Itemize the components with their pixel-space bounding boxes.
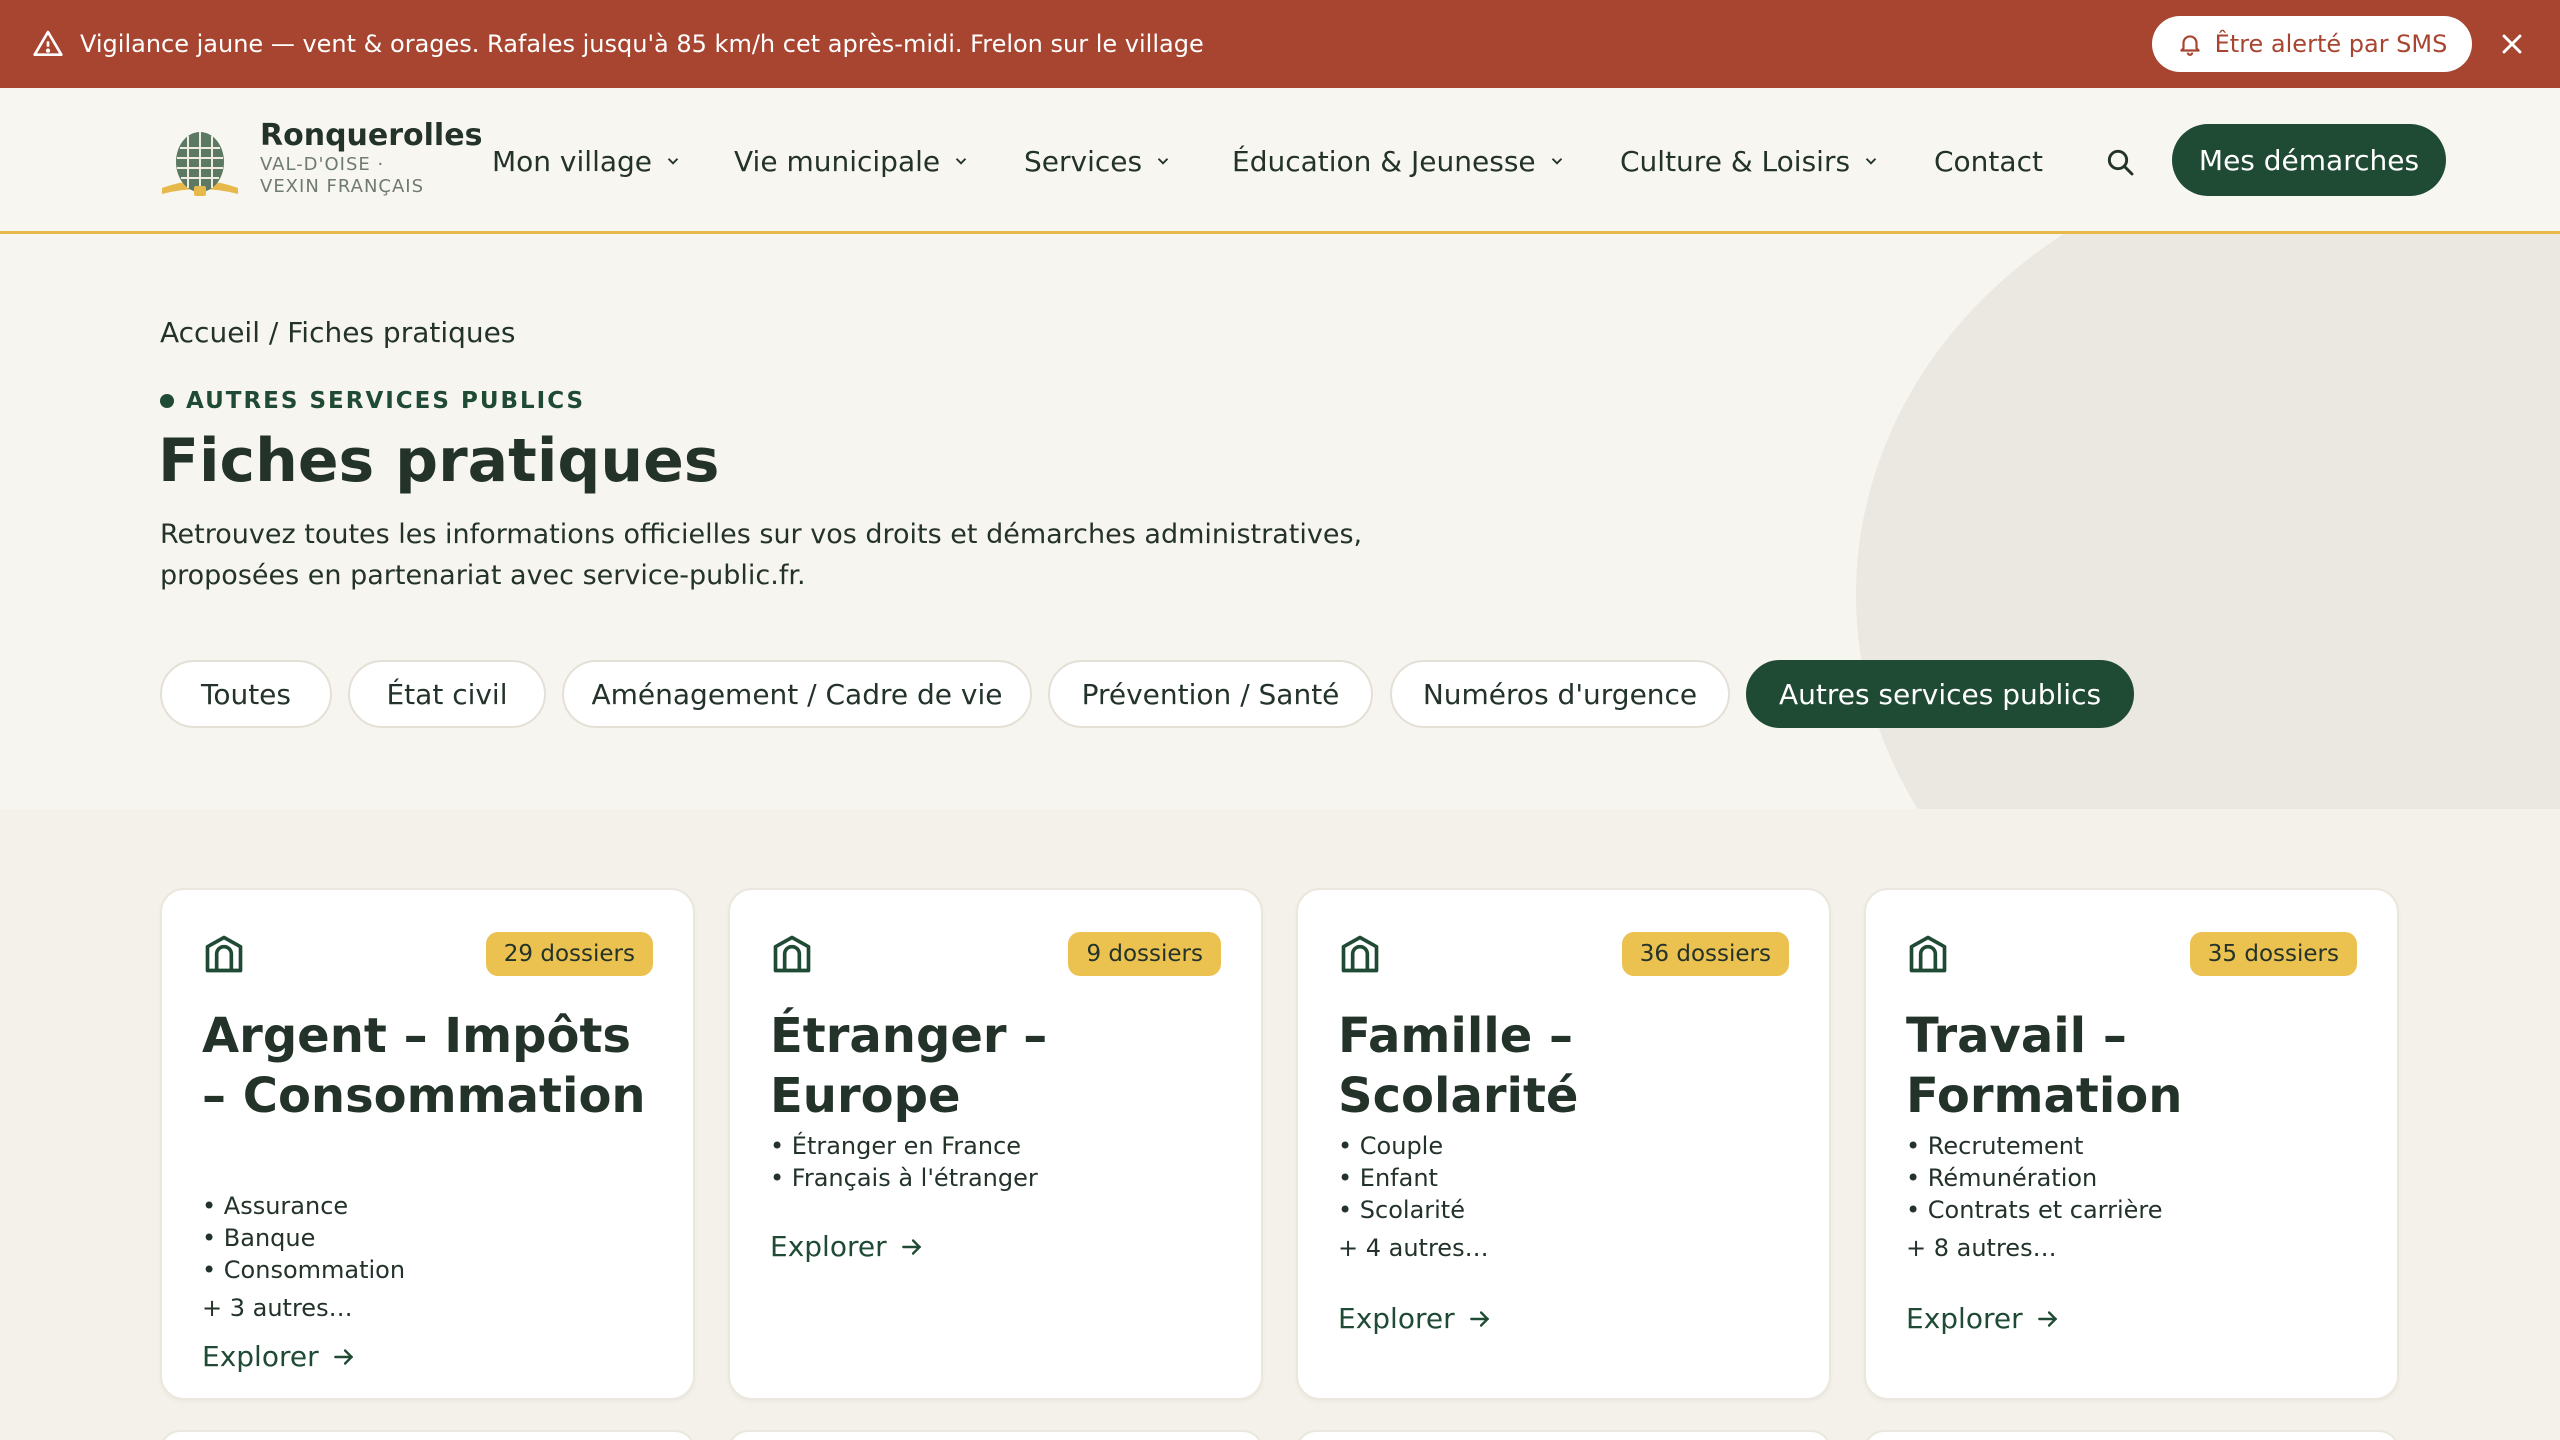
dossier-count-badge: 29 dossiers (485, 932, 653, 976)
category-card-partial[interactable] (1296, 1430, 1831, 1440)
explore-label: Explorer (1906, 1302, 2023, 1335)
category-card-partial[interactable] (160, 1430, 695, 1440)
chevron-down-icon (1157, 158, 1169, 165)
category-card[interactable]: 35 dossiers Travail – Formation • Recrut… (1864, 888, 2399, 1400)
filter-chip-autres-services[interactable]: Autres services publics (1746, 660, 2134, 728)
explore-link[interactable]: Explorer (770, 1230, 925, 1263)
warning-triangle-icon (33, 30, 63, 56)
nav-vie-municipale[interactable]: Vie municipale (734, 88, 970, 234)
filter-chip-prevention-sante[interactable]: Prévention / Santé (1048, 660, 1373, 728)
dossier-count-badge: 9 dossiers (1068, 932, 1221, 976)
card-topic: • Recrutement (1906, 1132, 2084, 1160)
pinecone-logo-icon[interactable] (158, 124, 242, 200)
search-icon[interactable] (2104, 146, 2136, 178)
nav-mon-village[interactable]: Mon village (492, 88, 682, 234)
chevron-down-icon (667, 158, 679, 165)
nav-label: Culture & Loisirs (1620, 144, 1851, 178)
sms-alert-button[interactable]: Être alerté par SMS (2152, 16, 2472, 72)
breadcrumb[interactable]: Accueil / Fiches pratiques (160, 316, 515, 349)
card-topic: • Enfant (1338, 1164, 1438, 1192)
dossier-count-badge: 35 dossiers (2189, 932, 2357, 976)
building-icon (773, 935, 811, 973)
arrow-right-icon (1469, 1310, 1489, 1327)
brand-subtitle-1: VAL-D'OISE · (260, 154, 385, 175)
card-topic-list: • Couple • Enfant • Scolarité (1338, 1130, 1465, 1226)
arrow-right-icon (333, 1348, 353, 1365)
card-more-count: + 4 autres… (1338, 1234, 1489, 1262)
explore-label: Explorer (1338, 1302, 1455, 1335)
building-icon (205, 935, 243, 973)
category-card-partial[interactable] (1864, 1430, 2399, 1440)
nav-services[interactable]: Services (1024, 88, 1172, 234)
card-topic: • Étranger en France (770, 1132, 1022, 1160)
building-icon (1341, 935, 1379, 973)
card-more-count: + 8 autres… (1906, 1234, 2057, 1262)
card-topic-list: • Assurance • Banque • Consommation (202, 1190, 405, 1286)
section-eyebrow: AUTRES SERVICES PUBLICS (160, 388, 585, 414)
explore-link[interactable]: Explorer (202, 1340, 357, 1373)
card-topic-list: • Étranger en France • Français à l'étra… (770, 1130, 1038, 1194)
card-title: Travail – Formation (1906, 1008, 2183, 1124)
card-topic: • Rémunération (1906, 1164, 2098, 1192)
card-title: Étranger – Europe (770, 1008, 1048, 1124)
bell-icon (2179, 35, 2200, 56)
page-title: Fiches pratiques (158, 426, 720, 496)
nav-label: Mon village (492, 144, 653, 178)
card-title: Famille – Scolarité (1338, 1008, 1579, 1124)
site-header: Ronquerolles VAL-D'OISE · VEXIN FRANÇAIS… (0, 88, 2560, 234)
category-card[interactable]: 36 dossiers Famille – Scolarité • Couple… (1296, 888, 1831, 1400)
explore-link[interactable]: Explorer (1338, 1302, 1493, 1335)
card-more-count: + 3 autres… (202, 1294, 353, 1322)
brand-name: Ronquerolles (260, 118, 483, 153)
category-card-partial[interactable] (728, 1430, 1263, 1440)
card-topic-list: • Recrutement • Rémunération • Contrats … (1906, 1130, 2163, 1226)
dossier-count-badge: 36 dossiers (1621, 932, 1789, 976)
building-icon (1909, 935, 1947, 973)
brand-subtitle-2: VEXIN FRANÇAIS (260, 176, 425, 197)
nav-education-jeunesse[interactable]: Éducation & Jeunesse (1232, 88, 1566, 234)
explore-label: Explorer (770, 1230, 887, 1263)
chevron-down-icon (1865, 158, 1877, 165)
card-title: Argent – Impôts – Consommation (202, 1008, 646, 1124)
nav-culture-loisirs[interactable]: Culture & Loisirs (1620, 88, 1880, 234)
alert-banner: Vigilance jaune — vent & orages. Rafales… (0, 0, 2560, 88)
filter-chip-toutes[interactable]: Toutes (160, 660, 332, 728)
nav-label: Éducation & Jeunesse (1232, 144, 1536, 178)
card-topic: • Banque (202, 1224, 316, 1252)
nav-label: Services (1024, 144, 1143, 178)
arrow-right-icon (2037, 1310, 2057, 1327)
card-topic: • Assurance (202, 1192, 349, 1220)
explore-link[interactable]: Explorer (1906, 1302, 2061, 1335)
filter-chip-amenagement[interactable]: Aménagement / Cadre de vie (562, 660, 1032, 728)
card-topic: • Scolarité (1338, 1196, 1465, 1224)
eyebrow-dot-icon (160, 394, 174, 408)
close-icon[interactable] (2496, 28, 2528, 60)
alert-message: Vigilance jaune — vent & orages. Rafales… (80, 30, 1204, 58)
card-topic: • Français à l'étranger (770, 1164, 1038, 1192)
arrow-right-icon (901, 1238, 921, 1255)
site-brand[interactable]: Ronquerolles VAL-D'OISE · VEXIN FRANÇAIS (260, 118, 482, 198)
nav-label: Vie municipale (734, 144, 941, 178)
explore-label: Explorer (202, 1340, 319, 1373)
nav-label: Contact (1934, 144, 2043, 178)
sms-alert-label: Être alerté par SMS (2214, 30, 2448, 58)
card-topic: • Consommation (202, 1256, 406, 1284)
chevron-down-icon (955, 158, 967, 165)
eyebrow-label: AUTRES SERVICES PUBLICS (186, 388, 586, 414)
nav-contact[interactable]: Contact (1934, 88, 2043, 234)
filter-chip-numeros-urgence[interactable]: Numéros d'urgence (1390, 660, 1730, 728)
chevron-down-icon (1551, 158, 1562, 165)
page-lead: Retrouvez toutes les informations offici… (160, 519, 1363, 591)
card-topic: • Contrats et carrière (1906, 1196, 2163, 1224)
filter-chip-etat-civil[interactable]: État civil (348, 660, 546, 728)
category-card[interactable]: 29 dossiers Argent – Impôts – Consommati… (160, 888, 695, 1400)
mes-demarches-button[interactable]: Mes démarches (2172, 124, 2446, 196)
card-topic: • Couple (1338, 1132, 1444, 1160)
category-card[interactable]: 9 dossiers Étranger – Europe • Étranger … (728, 888, 1263, 1400)
